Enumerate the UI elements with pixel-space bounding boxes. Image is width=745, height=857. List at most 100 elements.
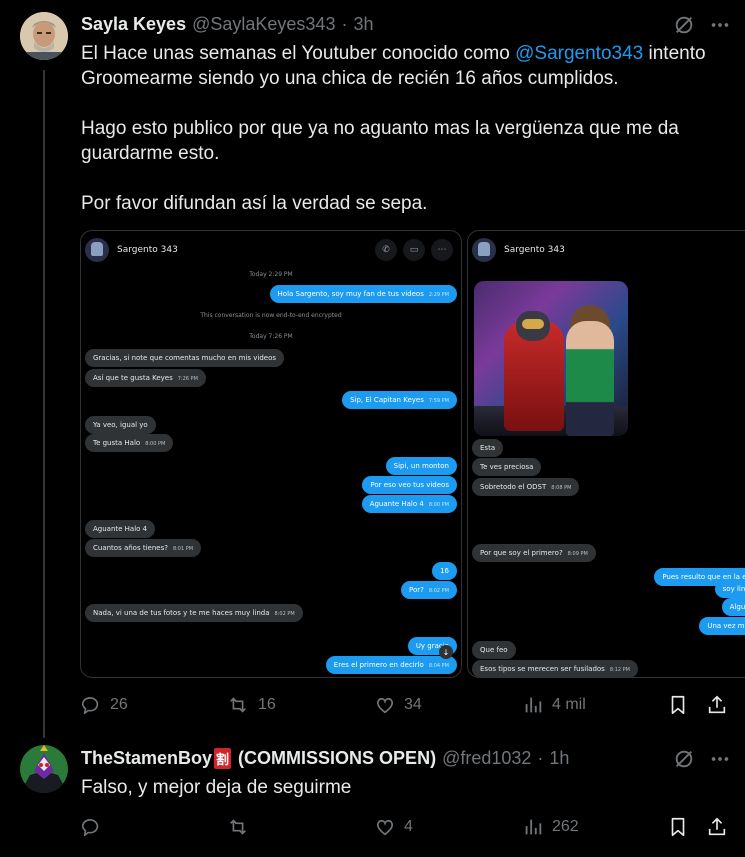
scroll-down-icon: ↓ [439,645,453,659]
dm-message-sent: Por eso veo tus videos [362,476,457,494]
timestamp[interactable]: 1h [549,748,569,769]
dm-message-sent: Sipi, un monton [385,457,457,475]
share-icon [708,817,726,836]
video-icon: ▭ [403,239,425,261]
dm-header: Sargento 343 ✆ ▭ ⋯ [81,231,461,269]
views-count: 262 [552,818,579,835]
separator: · [341,14,348,34]
tweet-body: Falso, y mejor deja de seguirme [81,777,352,798]
dm-system-note: Today 7:26 PM [249,333,293,340]
dm-message-time: 8:01 PM [172,546,194,552]
views-button[interactable]: 4 mil [522,694,586,716]
more-options-icon[interactable] [709,748,731,770]
dm-message-received: Cuantos años tienes? 8:01 PM [85,539,202,557]
dm-message-time: 7:26 PM [177,376,198,382]
author-badge: 割 [214,748,232,769]
dm-message-time: 8:12 PM [609,667,630,673]
paragraph-3: Por favor difundan así la verdad se sepa… [81,193,428,214]
contact-avatar [472,238,496,262]
reply-icon [81,819,99,837]
tweet-body: El Hace unas semanas el Youtuber conocid… [81,41,731,216]
repost-button[interactable] [226,816,258,838]
author-name[interactable]: TheStamenBoy 割 (COMMISSIONS OPEN) [81,748,436,769]
dm-message-time: 8:00 PM [145,441,166,447]
author-handle[interactable]: @fred1032 [442,748,531,769]
shared-photo [474,281,628,436]
dm-message-received: Sobretodo el ODST 8:08 PM [472,478,580,496]
dm-message-received: Ya veo, igual yo [85,416,156,434]
dm-message-sent: soy linda [714,580,745,598]
dm-message-sent: Eres el primero en decirlo 8:04 PM [325,656,457,674]
repost-icon [230,819,246,835]
tweet-header: TheStamenBoy 割 (COMMISSIONS OPEN) @fred10… [81,748,569,770]
tweet-top-icons [673,748,731,770]
dm-message-sent: Una vez me r [699,617,745,635]
paragraph-1: El Hace unas semanas el Youtuber conocid… [81,43,706,89]
share-button[interactable] [706,816,728,838]
avatar-robot-icon [20,745,68,793]
reply-button[interactable] [80,816,110,838]
dm-message-received: Gracias, si note que comentas mucho en m… [85,349,285,367]
repost-count: 16 [258,696,276,713]
contact-name: Sargento 343 [117,245,178,255]
author-name[interactable]: Sayla Keyes [81,14,186,35]
tweet-actions: 26 16 34 4 mil [80,692,731,718]
tweet-media[interactable]: Sargento 343 ✆ ▭ ⋯ Today 2:29 PM Hola Sar… [80,230,745,678]
dm-message-sent: Aguante Halo 4 8:00 PM [361,495,457,513]
repost-icon [230,697,246,713]
avatar[interactable] [20,12,68,60]
dm-message-received: Te gusta Halo 8:00 PM [85,434,174,452]
share-button[interactable] [706,694,728,716]
bookmark-button[interactable] [668,694,688,716]
grok-icon[interactable] [673,14,695,36]
dm-system-note: Today 2:29 PM [249,271,293,278]
views-chart-icon [525,697,542,713]
dm-screenshot-2[interactable]: Sargento 343 Esta Te ves preciosa Sobretod… [467,230,745,678]
dm-message-received: Que feo [472,641,516,659]
views-button[interactable]: 262 [522,816,579,838]
dm-message-time: 8:08 PM [551,485,572,491]
dm-header: Sargento 343 [468,231,745,269]
dm-message-sent: Sip, El Capitan Keyes 7:59 PM [342,391,457,409]
author-handle[interactable]: @SaylaKeyes343 [192,14,335,35]
dm-message-received: Así que te gusta Keyes 7:26 PM [85,369,206,387]
like-button[interactable]: 34 [374,694,422,716]
views-chart-icon [525,819,542,835]
tweet-actions: 4 262 [80,814,731,840]
dm-message-time: 2:29 PM [428,292,449,298]
dm-message-time: 8:04 PM [428,663,449,669]
dm-message-sent: Hola Sargento, soy muy fan de tus videos… [269,285,457,303]
repost-button[interactable]: 16 [226,694,276,716]
dm-message-received: Esos tipos se merecen ser fusilados 8:12 … [472,660,638,677]
dm-message-received: Aguante Halo 4 [85,520,156,538]
grok-icon[interactable] [673,748,695,770]
dm-message-received: Te ves preciosa [472,458,542,476]
reply-button[interactable]: 26 [80,694,128,716]
paragraph-2: Hago esto publico por que ya no aguanto … [81,118,679,164]
like-count: 34 [404,696,422,713]
thread-line [43,70,45,738]
dm-message-received: Nada, vi una de tus fotos y te me haces … [85,604,303,622]
bookmark-icon [671,695,685,715]
dm-message-sent: Por? 8:02 PM [400,581,457,599]
separator: · [537,748,544,768]
views-count: 4 mil [552,696,586,713]
like-button[interactable]: 4 [374,816,413,838]
avatar-portrait-icon [20,12,68,60]
more-icon: ⋯ [431,239,453,261]
heart-icon [376,819,394,836]
dm-screenshot-1[interactable]: Sargento 343 ✆ ▭ ⋯ Today 2:29 PM Hola Sar… [80,230,462,678]
bookmark-button[interactable] [668,816,688,838]
mention-link[interactable]: @Sargento343 [515,43,643,64]
timestamp[interactable]: 3h [353,14,373,35]
bookmark-icon [671,817,685,837]
dm-message-time: 8:02 PM [274,611,295,617]
dm-system-note: This conversation is now end-to-end encr… [200,312,342,319]
dm-message-time: 8:00 PM [428,502,449,508]
phone-icon: ✆ [375,239,397,261]
dm-message-time: 8:02 PM [428,588,449,594]
heart-icon [376,697,394,714]
more-options-icon[interactable] [709,14,731,36]
dm-message-time: 7:59 PM [428,398,449,404]
avatar[interactable] [20,745,68,793]
